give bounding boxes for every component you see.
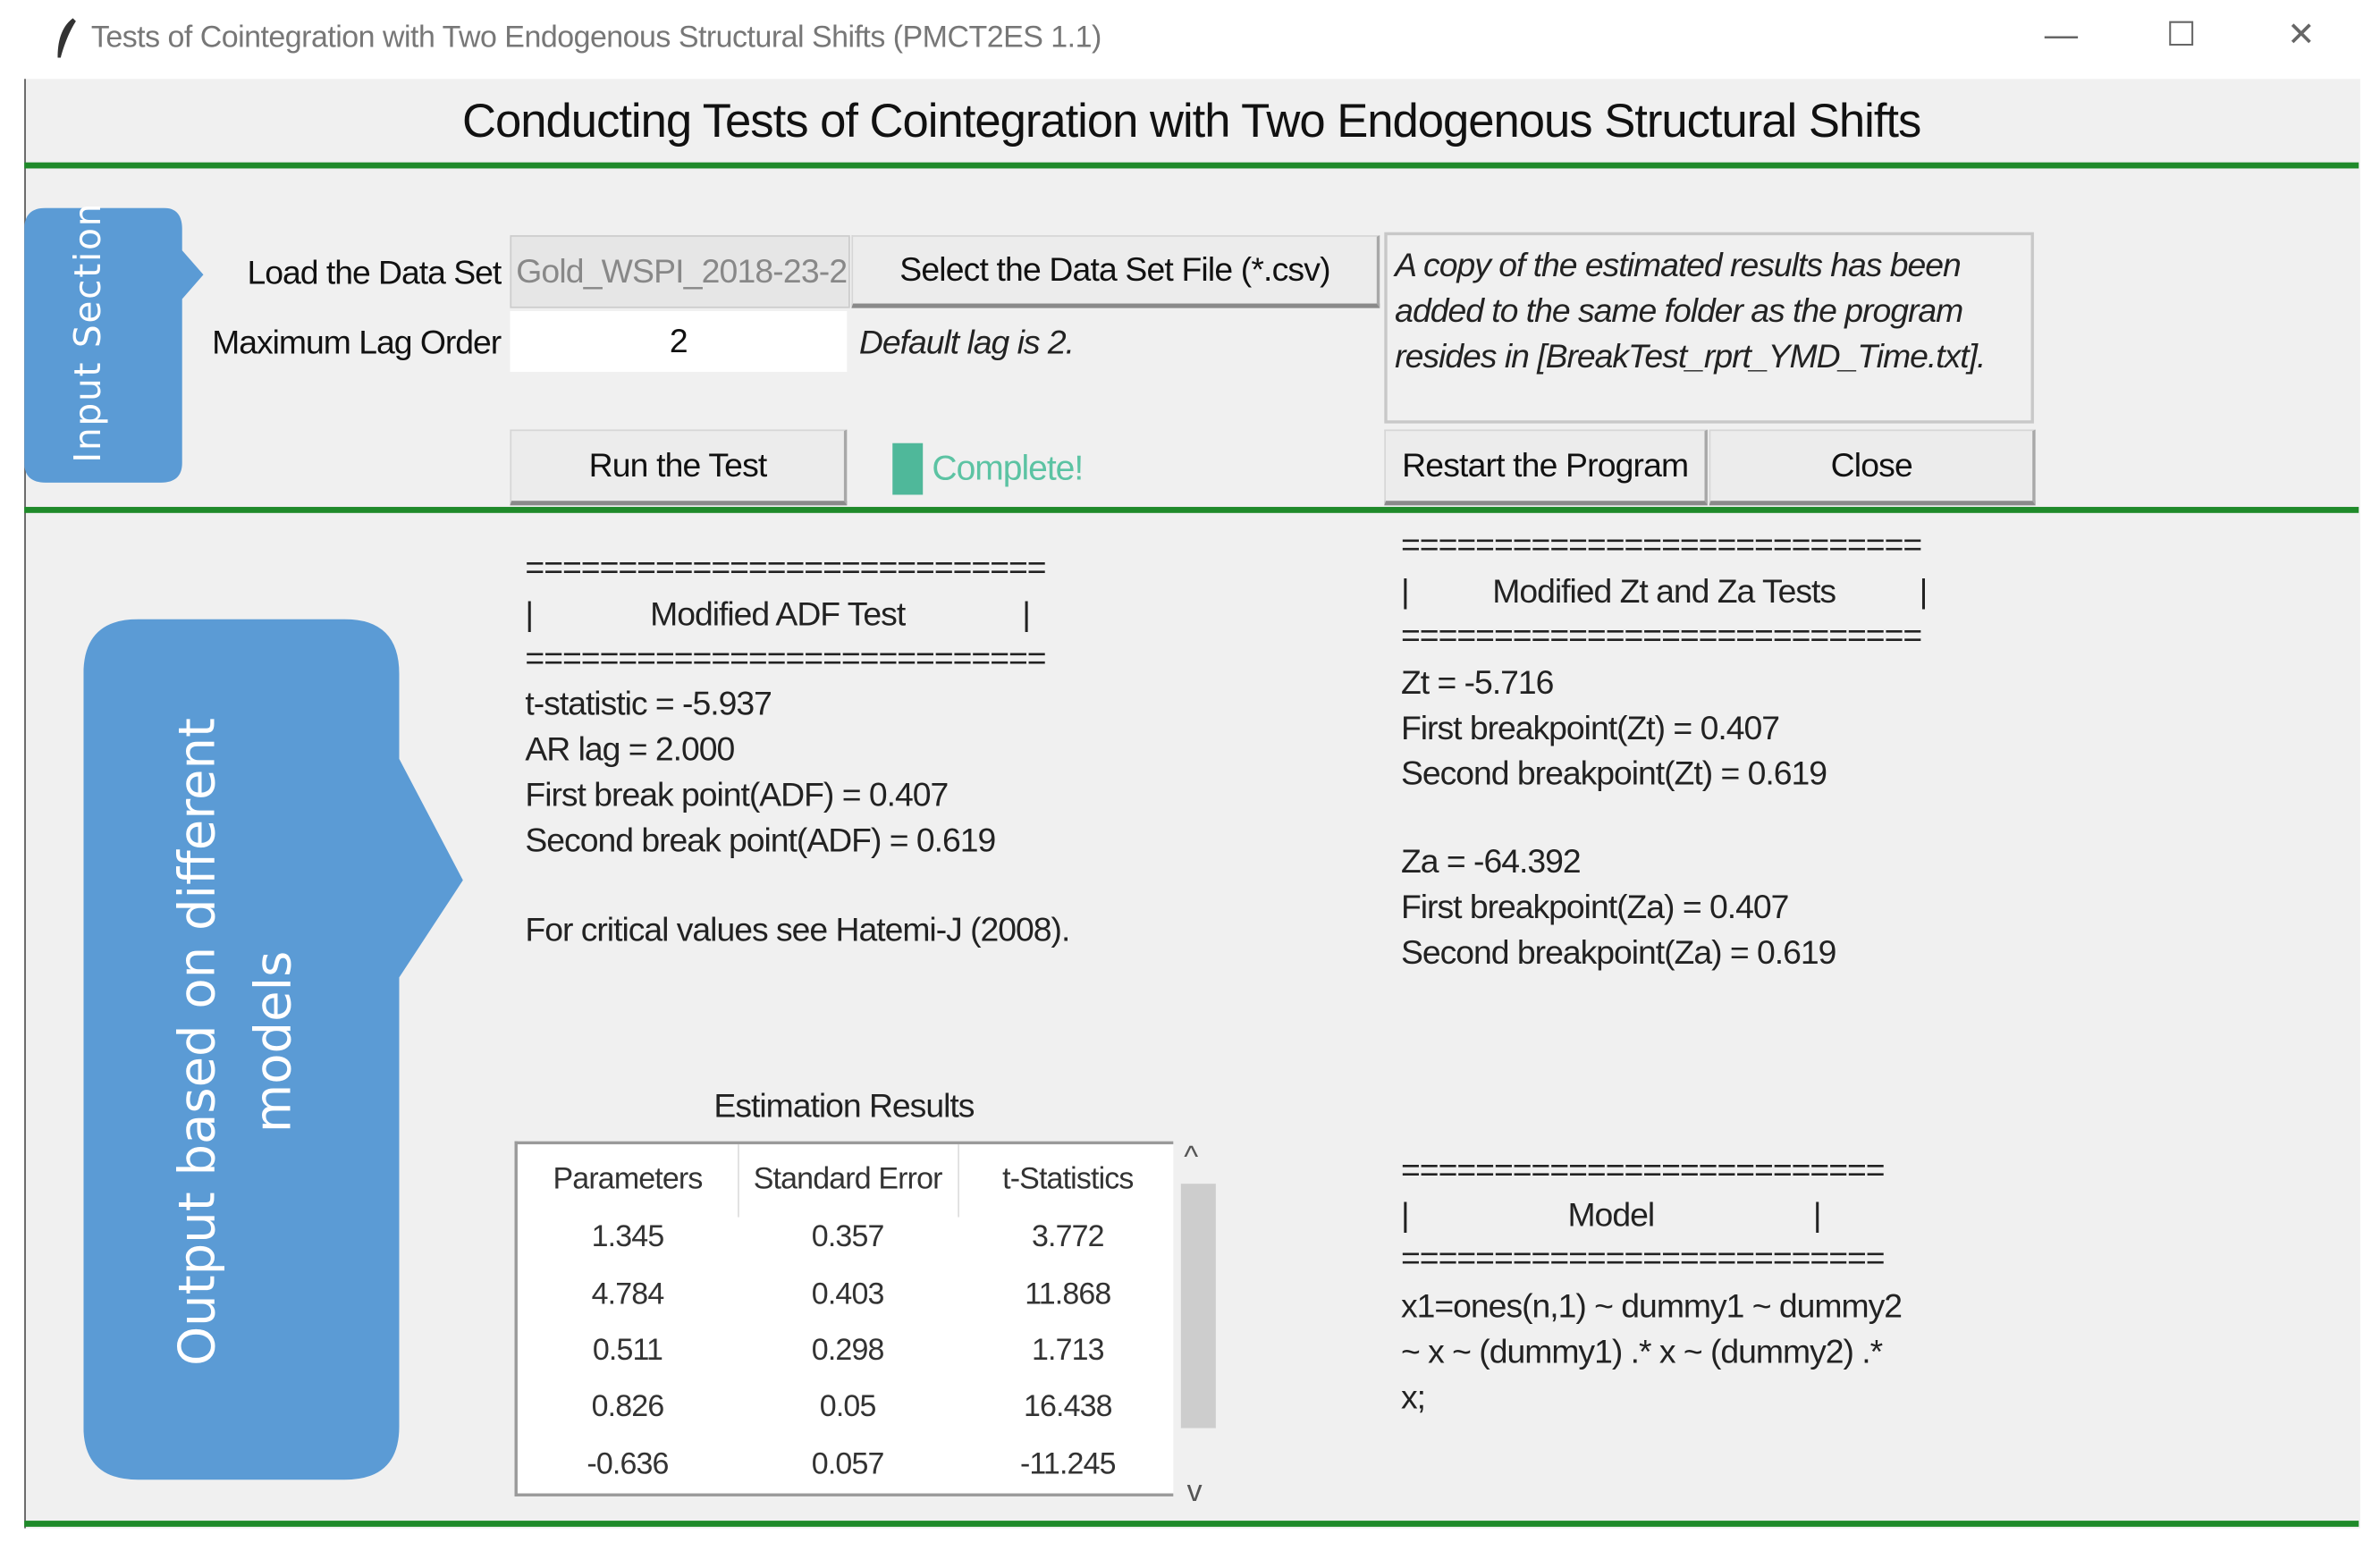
divider-bottom xyxy=(24,1521,2359,1527)
table-cell: -11.245 xyxy=(1019,1447,1117,1481)
scrollbar-thumb[interactable] xyxy=(1180,1184,1216,1429)
table-cell: 3.772 xyxy=(1031,1219,1105,1254)
window-title: Tests of Cointegration with Two Endogeno… xyxy=(90,21,1101,55)
restart-program-button[interactable]: Restart the Program xyxy=(1384,429,1708,506)
output-section-label: Output based on different models xyxy=(159,718,311,1366)
estimation-table: Parameters Standard Error t-Statistics 1… xyxy=(514,1141,1177,1496)
message-line: A copy of the estimated results has been xyxy=(1395,246,1962,284)
zt-line: First breakpoint(Zt) = 0.407 xyxy=(1400,708,1780,747)
estimation-title: Estimation Results xyxy=(713,1086,975,1125)
table-cell: 0.357 xyxy=(811,1219,885,1254)
za-line: Za = -64.392 xyxy=(1400,842,1582,881)
table-cell: 0.403 xyxy=(811,1277,885,1311)
message-line: resides in [BreakTest_rprt_YMD_Time.txt]… xyxy=(1395,336,1986,375)
model-line: ~ x ~ (dummy1) .* x ~ (dummy2) .* xyxy=(1400,1332,1883,1371)
adf-line: Second break point(ADF) = 0.619 xyxy=(525,821,996,859)
model-separator: ========================== xyxy=(1400,1238,1886,1277)
input-section-label: Input Section xyxy=(66,201,110,463)
close-button[interactable]: Close xyxy=(1709,429,2036,506)
table-cell: 0.05 xyxy=(819,1390,877,1424)
maximize-button[interactable]: ☐ xyxy=(2158,15,2204,55)
model-separator: ========================== xyxy=(1400,1150,1886,1189)
data-file-field[interactable]: Gold_WSPI_2018-23-2 xyxy=(510,235,850,308)
zt-header: | Modified Zt and Za Tests | xyxy=(1400,572,1928,611)
zt-line: Second breakpoint(Zt) = 0.619 xyxy=(1400,754,1827,793)
progress-indicator xyxy=(892,443,924,495)
za-line: First breakpoint(Za) = 0.407 xyxy=(1400,888,1789,926)
adf-line: t-statistic = -5.937 xyxy=(525,684,772,723)
adf-header: | Modified ADF Test | xyxy=(525,594,1031,633)
table-cell: 4.784 xyxy=(591,1277,665,1311)
adf-separator: ============================ xyxy=(525,547,1046,586)
zt-separator: ============================ xyxy=(1400,525,1922,563)
adf-separator: ============================ xyxy=(525,638,1046,678)
app-window: Tests of Cointegration with Two Endogeno… xyxy=(0,0,2380,1551)
feather-app-icon xyxy=(57,18,76,58)
column-header-parameters[interactable]: Parameters xyxy=(518,1162,738,1197)
table-cell: 1.713 xyxy=(1031,1334,1105,1368)
model-line: x; xyxy=(1400,1378,1426,1416)
minimize-button[interactable]: — xyxy=(2038,15,2084,55)
lag-hint: Default lag is 2. xyxy=(858,323,1075,362)
table-cell: 0.298 xyxy=(811,1334,885,1368)
divider-middle xyxy=(24,507,2359,513)
scroll-up-arrow-icon[interactable]: ^ xyxy=(1184,1142,1198,1176)
adf-line: AR lag = 2.000 xyxy=(525,729,735,769)
table-cell: 16.438 xyxy=(1023,1390,1113,1424)
table-cell: 0.511 xyxy=(592,1334,663,1368)
table-cell: 0.057 xyxy=(811,1447,885,1481)
close-window-button[interactable]: ✕ xyxy=(2278,15,2324,55)
table-cell: 1.345 xyxy=(591,1219,665,1254)
table-cell: -0.636 xyxy=(587,1447,669,1481)
column-header-standard-error[interactable]: Standard Error xyxy=(738,1162,958,1197)
table-cell: 0.826 xyxy=(591,1390,665,1424)
model-header: | Model | xyxy=(1400,1195,1822,1235)
select-data-file-button[interactable]: Select the Data Set File (*.csv) xyxy=(851,235,1380,308)
adf-line: First break point(ADF) = 0.407 xyxy=(525,775,949,813)
input-section-tab xyxy=(24,207,204,483)
adf-note: For critical values see Hatemi-J (2008). xyxy=(525,910,1070,949)
run-test-button[interactable]: Run the Test xyxy=(510,429,848,506)
max-lag-input[interactable]: 2 xyxy=(510,311,848,372)
load-data-label: Load the Data Set xyxy=(247,253,502,291)
output-label-line2: models xyxy=(242,950,302,1134)
page-heading: Conducting Tests of Cointegration with T… xyxy=(462,94,1921,148)
table-cell: 11.868 xyxy=(1025,1277,1111,1311)
max-lag-label: Maximum Lag Order xyxy=(212,323,502,362)
column-header-t-statistics[interactable]: t-Statistics xyxy=(958,1162,1177,1197)
divider-top xyxy=(24,162,2359,169)
zt-separator: ============================ xyxy=(1400,616,1922,654)
results-message-box: A copy of the estimated results has been… xyxy=(1384,232,2034,424)
scroll-down-arrow-icon[interactable]: v xyxy=(1187,1475,1203,1510)
status-text: Complete! xyxy=(932,447,1084,487)
message-line: added to the same folder as the program xyxy=(1395,291,1963,330)
za-line: Second breakpoint(Za) = 0.619 xyxy=(1400,933,1836,972)
zt-line: Zt = -5.716 xyxy=(1400,662,1554,702)
output-label-line1: Output based on different xyxy=(166,718,226,1366)
model-line: x1=ones(n,1) ~ dummy1 ~ dummy2 xyxy=(1400,1286,1903,1326)
